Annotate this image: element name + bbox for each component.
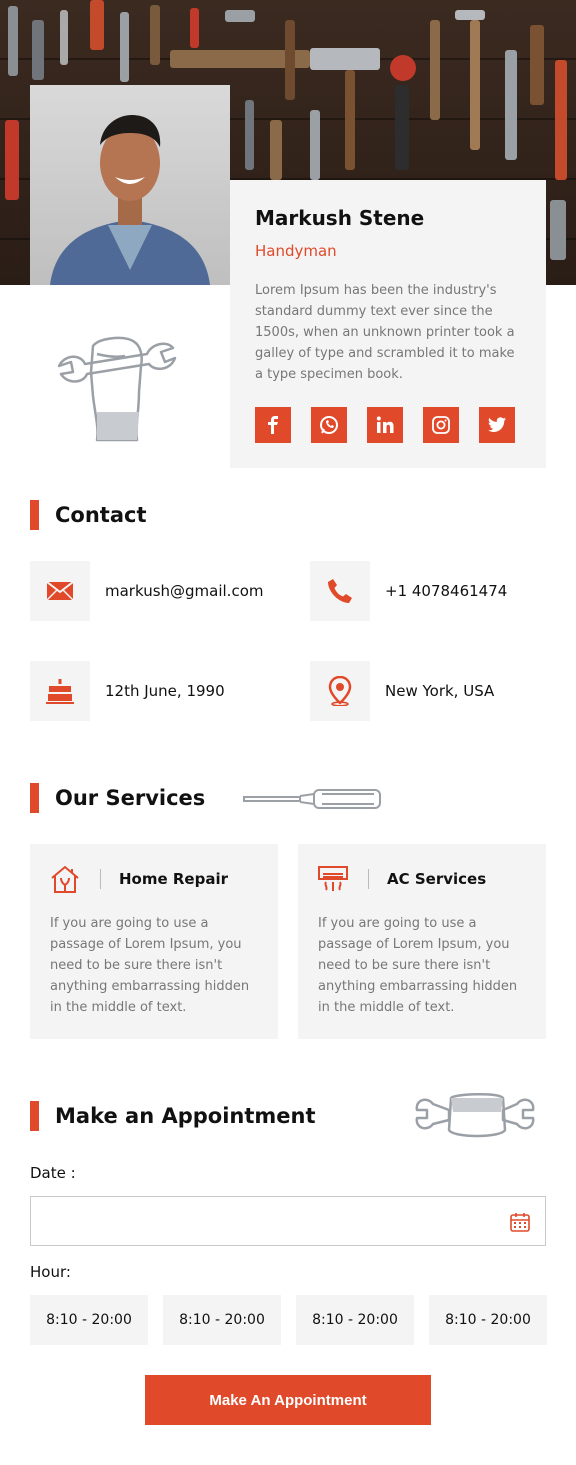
calendar-icon[interactable]	[510, 1212, 530, 1232]
hour-option[interactable]: 8:10 - 20:00	[30, 1295, 148, 1345]
contact-title: Contact	[55, 503, 147, 527]
appointment-title: Make an Appointment	[55, 1104, 316, 1128]
make-appointment-button[interactable]: Make An Appointment	[145, 1375, 431, 1425]
services-section-heading: Our Services	[30, 783, 205, 813]
facebook-icon	[268, 416, 278, 434]
phone-icon-box	[310, 561, 370, 621]
hour-option[interactable]: 8:10 - 20:00	[296, 1295, 414, 1345]
profile-photo	[30, 85, 230, 285]
service-description: If you are going to use a passage of Lor…	[50, 916, 250, 1015]
service-card-home-repair: Home Repair If you are going to use a pa…	[30, 844, 278, 1039]
hour-option[interactable]: 8:10 - 20:00	[163, 1295, 281, 1345]
birthday-cake-icon	[46, 679, 74, 704]
heading-accent-bar	[30, 1101, 39, 1131]
location-text: New York, USA	[385, 682, 495, 700]
date-field[interactable]	[30, 1196, 546, 1246]
location-icon-box	[310, 661, 370, 721]
hour-options: 8:10 - 20:00 8:10 - 20:00 8:10 - 20:00 8…	[30, 1295, 547, 1345]
linkedin-link[interactable]	[367, 407, 403, 443]
services-title: Our Services	[55, 786, 206, 810]
divider	[368, 869, 369, 889]
linkedin-icon	[376, 416, 394, 433]
date-input[interactable]	[31, 1197, 545, 1245]
contact-email[interactable]: markush@gmail.com	[30, 561, 264, 621]
hour-option[interactable]: 8:10 - 20:00	[429, 1295, 547, 1345]
social-links	[255, 407, 515, 443]
facebook-link[interactable]	[255, 407, 291, 443]
service-description: If you are going to use a passage of Lor…	[318, 916, 518, 1015]
birthday-icon-box	[30, 661, 90, 721]
phone-text: +1 4078461474	[385, 582, 508, 600]
contact-location: New York, USA	[310, 661, 494, 721]
fist-wrench-icon	[57, 336, 177, 442]
service-head: Home Repair	[50, 864, 258, 894]
heading-accent-bar	[30, 783, 39, 813]
instagram-icon	[432, 416, 450, 434]
profile-name: Markush Stene	[255, 206, 425, 230]
whatsapp-icon	[320, 416, 338, 434]
service-title: Home Repair	[119, 870, 229, 888]
service-title: AC Services	[387, 870, 487, 888]
birthday-text: 12th June, 1990	[105, 682, 225, 700]
profile-card: Markush Stene Handyman Lorem Ipsum has b…	[230, 180, 546, 468]
email-text: markush@gmail.com	[105, 582, 264, 600]
location-pin-icon	[328, 676, 352, 706]
whatsapp-link[interactable]	[311, 407, 347, 443]
profile-bio: Lorem Ipsum has been the industry's stan…	[255, 283, 515, 382]
contact-section-heading: Contact	[30, 500, 147, 530]
twitter-link[interactable]	[479, 407, 515, 443]
profile-role: Handyman	[255, 242, 337, 260]
envelope-icon	[46, 581, 74, 601]
contact-phone[interactable]: +1 4078461474	[310, 561, 507, 621]
twitter-icon	[488, 417, 506, 432]
service-head: AC Services	[318, 864, 526, 894]
date-label: Date :	[30, 1164, 76, 1182]
heading-accent-bar	[30, 500, 39, 530]
instagram-link[interactable]	[423, 407, 459, 443]
divider	[100, 869, 101, 889]
screwdriver-icon	[243, 789, 381, 809]
contact-birthday: 12th June, 1990	[30, 661, 225, 721]
email-icon-box	[30, 561, 90, 621]
phone-icon	[328, 579, 352, 603]
home-repair-icon	[51, 865, 79, 893]
service-card-ac-services: AC Services If you are going to use a pa…	[298, 844, 546, 1039]
avatar-illustration	[50, 115, 210, 285]
hour-label: Hour:	[30, 1263, 71, 1281]
appointment-section-heading: Make an Appointment	[30, 1101, 316, 1131]
ac-unit-icon	[318, 866, 348, 891]
fist-wrench-horizontal-icon	[415, 1093, 535, 1138]
